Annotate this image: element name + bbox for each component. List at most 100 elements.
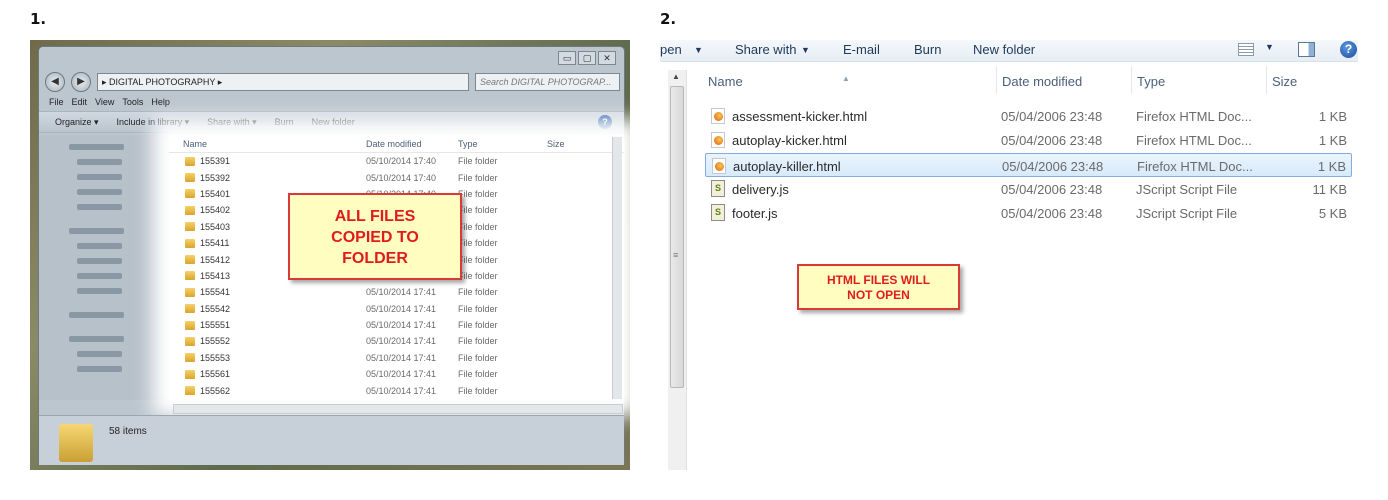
column-divider[interactable] [1131, 66, 1132, 94]
column-size[interactable]: Size [1272, 74, 1297, 89]
column-divider[interactable] [996, 66, 997, 94]
minimize-button[interactable]: ▭ [558, 51, 576, 65]
nav-item[interactable] [77, 273, 122, 279]
folder-name-cell: 155552 [169, 336, 366, 346]
command-bar: Organize ▾ Include in library ▾ Share wi… [39, 111, 624, 133]
vertical-scrollbar[interactable] [612, 137, 622, 399]
nav-item[interactable] [77, 288, 122, 294]
folder-icon [185, 189, 195, 199]
command-bar: pen ▼ Share with ▼ E-mail Burn New folde… [660, 40, 1358, 62]
folder-type: File folder [458, 188, 498, 199]
file-size: 1 KB [1317, 158, 1346, 174]
folder-icon [185, 156, 195, 166]
folder-row[interactable]: 155391 05/10/2014 17:40 File folder [169, 153, 624, 169]
file-rows: assessment-kicker.html 05/04/2006 23:48 Fi… [705, 104, 1352, 225]
column-name[interactable]: Name [708, 74, 743, 89]
share-dropdown-icon[interactable]: ▼ [801, 45, 810, 55]
folder-icon [185, 287, 195, 297]
folder-date: 05/10/2014 17:41 [366, 352, 437, 363]
folder-row[interactable]: 155541 05/10/2014 17:41 File folder [169, 284, 624, 300]
folder-row[interactable]: 155542 05/10/2014 17:41 File folder [169, 301, 624, 317]
include-in-library-button[interactable]: Include in library ▾ [117, 117, 190, 128]
menu-view[interactable]: View [95, 97, 114, 107]
nav-item[interactable] [77, 189, 122, 195]
scroll-thumb[interactable] [670, 86, 684, 388]
burn-button[interactable]: Burn [275, 117, 294, 127]
nav-item[interactable] [77, 204, 122, 210]
file-row[interactable]: autoplay-kicker.html 05/04/2006 23:48 Fire… [705, 128, 1352, 152]
new-folder-button[interactable]: New folder [312, 117, 355, 127]
share-with-button[interactable]: Share with [735, 42, 796, 57]
nav-item[interactable] [77, 243, 122, 249]
column-divider[interactable] [1266, 66, 1267, 94]
column-name[interactable]: Name [169, 139, 366, 149]
sort-ascending-icon: ▲ [842, 74, 850, 83]
folder-type: File folder [458, 221, 498, 232]
menu-tools[interactable]: Tools [122, 97, 143, 107]
column-date-modified[interactable]: Date modified [366, 139, 458, 149]
forward-button[interactable]: ▶ [71, 72, 91, 92]
folder-date: 05/10/2014 17:41 [366, 385, 437, 396]
help-icon[interactable]: ? [598, 115, 612, 129]
menu-edit[interactable]: Edit [72, 97, 88, 107]
horizontal-scrollbar[interactable] [173, 404, 623, 414]
organize-button[interactable]: Organize ▾ [55, 117, 99, 128]
folder-name: 155403 [200, 221, 231, 232]
nav-item[interactable] [77, 366, 122, 372]
folder-name: 155552 [200, 336, 231, 347]
search-input[interactable]: Search DIGITAL PHOTOGRAP... [475, 73, 620, 91]
open-dropdown-icon[interactable]: ▼ [694, 45, 703, 55]
column-size[interactable]: Size [547, 139, 607, 149]
change-view-icon[interactable] [1238, 43, 1254, 56]
navigation-pane-scrollbar[interactable]: ▲ ≡ [668, 70, 687, 470]
column-date-modified[interactable]: Date modified [1002, 74, 1082, 89]
folder-name: 155541 [200, 287, 231, 298]
maximize-button[interactable]: ▢ [578, 51, 596, 65]
nav-item[interactable] [69, 336, 124, 342]
nav-item[interactable] [69, 312, 124, 318]
menu-file[interactable]: File [49, 97, 64, 107]
column-type[interactable]: Type [458, 139, 547, 149]
folder-name-cell: 155551 [169, 320, 366, 330]
nav-item[interactable] [77, 351, 122, 357]
burn-button[interactable]: Burn [914, 42, 941, 57]
new-folder-button[interactable]: New folder [973, 42, 1035, 57]
close-button[interactable]: ✕ [598, 51, 616, 65]
back-button[interactable]: ◀ [45, 72, 65, 92]
folder-row[interactable]: 155561 05/10/2014 17:41 File folder [169, 366, 624, 382]
open-button[interactable]: pen [660, 42, 682, 57]
folder-row[interactable]: 155551 05/10/2014 17:41 File folder [169, 317, 624, 333]
share-with-button[interactable]: Share with ▾ [207, 117, 257, 128]
nav-item[interactable] [69, 144, 124, 150]
folder-row[interactable]: 155392 05/10/2014 17:40 File folder [169, 169, 624, 185]
file-row[interactable]: autoplay-killer.html 05/04/2006 23:48 Fire… [705, 152, 1352, 177]
folder-name: 155561 [200, 369, 231, 380]
folder-type: File folder [458, 270, 498, 281]
preview-pane-icon[interactable] [1298, 42, 1315, 57]
file-row[interactable]: Sdelivery.js 05/04/2006 23:48 JScript Scri… [705, 177, 1352, 201]
folder-type: File folder [458, 205, 498, 216]
folder-row[interactable]: 155553 05/10/2014 17:41 File folder [169, 350, 624, 366]
email-button[interactable]: E-mail [843, 42, 880, 57]
column-type[interactable]: Type [1137, 74, 1165, 89]
scroll-up-icon[interactable]: ▲ [672, 72, 680, 81]
file-type: Firefox HTML Doc... [1136, 109, 1252, 124]
folder-row[interactable]: 155552 05/10/2014 17:41 File folder [169, 333, 624, 349]
menu-help[interactable]: Help [151, 97, 170, 107]
views-dropdown-icon[interactable]: ▼ [1265, 42, 1274, 52]
folder-name-cell: 155553 [169, 353, 366, 363]
file-row[interactable]: Sfooter.js 05/04/2006 23:48 JScript Script… [705, 201, 1352, 225]
folder-row[interactable]: 155562 05/10/2014 17:41 File folder [169, 382, 624, 398]
nav-item[interactable] [77, 159, 122, 165]
address-bar[interactable]: ▸ DIGITAL PHOTOGRAPHY ▸ [97, 73, 469, 91]
nav-item[interactable] [77, 174, 122, 180]
folder-name: 155562 [200, 385, 231, 396]
help-icon[interactable]: ? [1340, 41, 1357, 58]
folder-icon [185, 336, 195, 346]
file-type: Firefox HTML Doc... [1137, 158, 1253, 174]
nav-item[interactable] [77, 258, 122, 264]
nav-item[interactable] [69, 228, 124, 234]
file-row[interactable]: assessment-kicker.html 05/04/2006 23:48 Fi… [705, 104, 1352, 128]
file-date: 05/04/2006 23:48 [1001, 181, 1103, 197]
folder-type: File folder [458, 352, 498, 363]
